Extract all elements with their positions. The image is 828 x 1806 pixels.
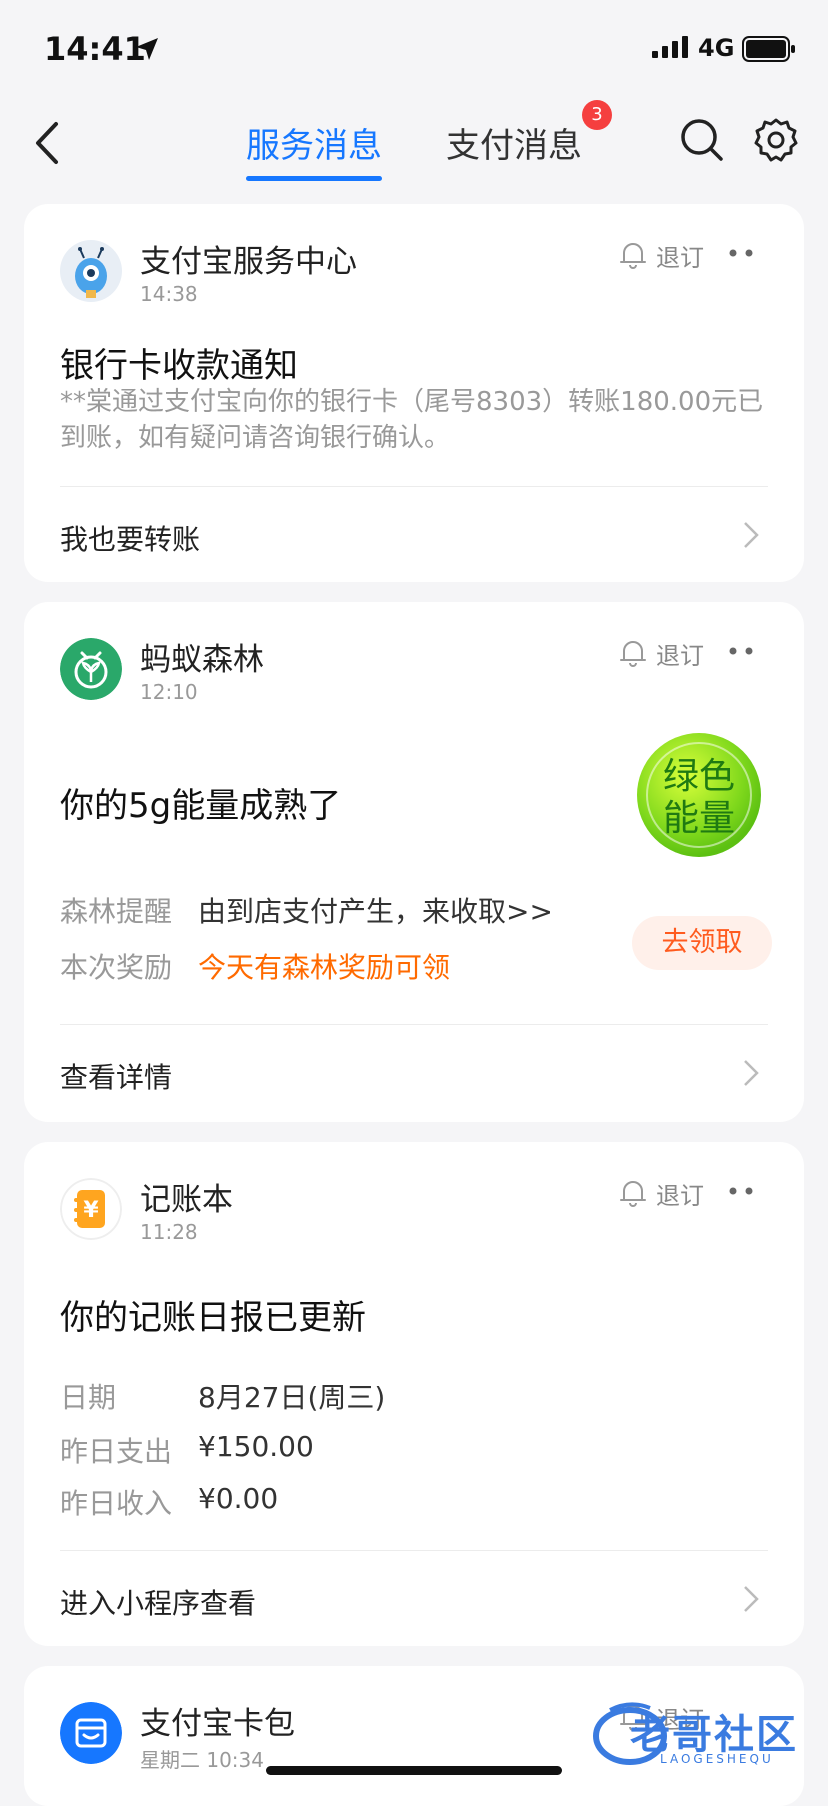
location-arrow-icon xyxy=(136,38,158,60)
unsubscribe-label: 退订 xyxy=(656,1182,704,1210)
reward-value: 今天有森林奖励可领 xyxy=(198,951,451,984)
chevron-right-icon xyxy=(744,1586,759,1612)
active-tab-indicator xyxy=(246,176,382,181)
ant-forest-avatar xyxy=(60,638,122,700)
row-label: 昨日收入 xyxy=(60,1487,173,1520)
search-icon[interactable] xyxy=(678,116,726,164)
status-bar: 14:41 4G xyxy=(0,0,828,100)
back-button[interactable] xyxy=(28,118,68,168)
claim-reward-button[interactable]: 去领取 xyxy=(632,916,772,970)
row-value: ¥150.00 xyxy=(198,1430,314,1463)
watermark-logo: 老哥社区 LAOGESHEQU xyxy=(590,1696,810,1776)
service-name: 蚂蚁森林 xyxy=(140,642,264,678)
battery-icon xyxy=(742,36,795,62)
message-body: **棠通过支付宝向你的银行卡（尾号8303）转账180.00元已到账，如有疑问请… xyxy=(60,387,764,453)
more-options-icon[interactable] xyxy=(728,1186,754,1196)
energy-ball-line-1: 绿色 xyxy=(663,756,735,797)
message-time: 14:38 xyxy=(140,282,198,306)
network-type: 4G xyxy=(698,34,735,62)
row-label: 日期 xyxy=(60,1381,117,1414)
message-time: 星期二 10:34 xyxy=(140,1748,264,1772)
more-options-icon[interactable] xyxy=(728,646,754,656)
card-divider xyxy=(60,486,768,487)
row-value[interactable]: 由到店支付产生，来收取>> xyxy=(198,890,553,930)
watermark-subtext: LAOGESHEQU xyxy=(660,1752,774,1766)
row-label: 本次奖励 xyxy=(60,951,173,984)
view-details-link[interactable]: 查看详情 xyxy=(60,1056,172,1096)
unsubscribe-label: 退订 xyxy=(656,642,704,670)
card-divider xyxy=(60,1024,768,1025)
message-title: 银行卡收款通知 xyxy=(60,346,298,386)
message-card-service-center[interactable]: 支付宝服务中心 14:38 退订 银行卡收款通知 **棠通过支付宝向你的银行卡（… xyxy=(24,204,804,582)
message-time: 11:28 xyxy=(140,1220,198,1244)
card-wallet-avatar xyxy=(60,1702,122,1764)
service-name: 支付宝服务中心 xyxy=(140,244,357,280)
message-title: 你的记账日报已更新 xyxy=(60,1298,366,1338)
row-label: 昨日支出 xyxy=(60,1435,173,1468)
unread-badge: 3 xyxy=(582,100,612,130)
bookkeeping-glyph: ¥ xyxy=(83,1198,99,1223)
message-card-bookkeeping[interactable]: ¥ 记账本 11:28 退订 你的记账日报已更新 日期 8月27日(周三) 昨日… xyxy=(24,1142,804,1646)
bell-icon xyxy=(620,1181,646,1207)
bookkeeping-avatar: ¥ xyxy=(60,1178,122,1240)
open-miniapp-link[interactable]: 进入小程序查看 xyxy=(60,1582,256,1622)
message-card-ant-forest[interactable]: 蚂蚁森林 12:10 退订 你的5g能量成熟了 绿色 能量 森林提醒 由到店支付… xyxy=(24,602,804,1122)
row-value: 8月27日(周三) xyxy=(198,1381,386,1414)
row-value: ¥0.00 xyxy=(198,1482,279,1515)
unsubscribe-label: 退订 xyxy=(656,244,704,272)
energy-ball-line-2: 能量 xyxy=(663,798,735,839)
tab-payment-messages[interactable]: 支付消息 xyxy=(446,118,582,167)
status-time: 14:41 xyxy=(44,30,146,68)
bell-icon xyxy=(620,243,646,269)
row-label: 森林提醒 xyxy=(60,895,173,928)
chevron-right-icon xyxy=(744,1060,759,1086)
service-name: 支付宝卡包 xyxy=(140,1706,295,1742)
cellular-signal-icon xyxy=(652,36,688,58)
home-indicator[interactable] xyxy=(266,1766,562,1775)
tab-service-messages[interactable]: 服务消息 xyxy=(246,118,382,167)
settings-gear-icon[interactable] xyxy=(752,116,800,164)
more-options-icon[interactable] xyxy=(728,248,754,258)
service-center-avatar xyxy=(60,240,122,302)
bell-icon xyxy=(620,641,646,667)
green-energy-ball[interactable]: 绿色 能量 xyxy=(636,732,762,858)
service-name: 记账本 xyxy=(140,1182,233,1218)
card-divider xyxy=(60,1550,768,1551)
message-title: 你的5g能量成熟了 xyxy=(60,786,342,826)
message-header: 服务消息 支付消息 3 xyxy=(0,100,828,190)
message-time: 12:10 xyxy=(140,680,198,704)
transfer-link[interactable]: 我也要转账 xyxy=(60,518,200,558)
chevron-right-icon xyxy=(744,522,759,548)
